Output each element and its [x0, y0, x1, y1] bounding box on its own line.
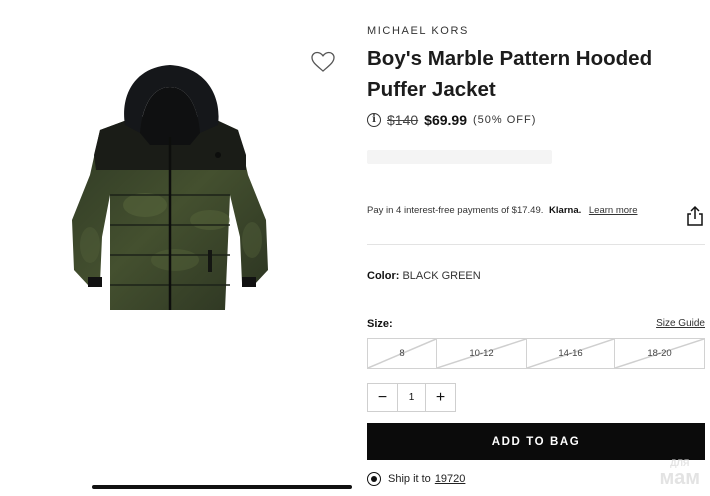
klarna-row: Pay in 4 interest-free payments of $17.4… — [367, 205, 637, 216]
divider — [367, 244, 705, 245]
color-label: Color: — [367, 270, 400, 282]
increase-quantity-button[interactable]: + — [426, 384, 455, 411]
size-option-14-16[interactable]: 14-16 — [527, 339, 615, 368]
quantity-stepper: − 1 + — [367, 383, 456, 412]
original-price: $140 — [387, 112, 419, 128]
color-row: Color: BLACK GREEN — [367, 270, 481, 282]
price-row: i $140 $69.99 (50% OFF) — [367, 112, 536, 128]
watermark-big: мам — [659, 467, 700, 489]
size-selector: 8 10-12 14-16 18-20 — [367, 338, 705, 369]
klarna-logo: Klarna. — [549, 205, 582, 216]
scroll-indicator — [92, 485, 352, 489]
faded-placeholder-text — [367, 150, 552, 164]
size-option-label: 10-12 — [469, 348, 494, 359]
sale-price: $69.99 — [424, 112, 467, 128]
zip-code-link[interactable]: 19720 — [435, 473, 466, 485]
size-option-10-12[interactable]: 10-12 — [437, 339, 527, 368]
brand-name[interactable]: MICHAEL KORS — [367, 25, 469, 37]
size-guide-link[interactable]: Size Guide — [656, 318, 705, 329]
klarna-text: Pay in 4 interest-free payments of $17.4… — [367, 205, 544, 216]
ship-label: Ship it to — [388, 473, 431, 485]
color-value: BLACK GREEN — [402, 270, 481, 282]
ship-option: Ship it to 19720 — [367, 472, 465, 486]
learn-more-link[interactable]: Learn more — [589, 205, 638, 216]
add-to-bag-button[interactable]: ADD TO BAG — [367, 423, 705, 460]
info-icon[interactable]: i — [367, 113, 381, 127]
size-option-label: 8 — [399, 348, 405, 359]
discount-label: (50% OFF) — [472, 114, 537, 126]
share-icon[interactable] — [686, 205, 704, 227]
heart-icon[interactable] — [310, 50, 336, 74]
product-image[interactable] — [60, 55, 285, 330]
size-option-18-20[interactable]: 18-20 — [615, 339, 704, 368]
product-image-panel — [0, 0, 352, 496]
radio-selected-dot — [371, 476, 377, 482]
quantity-value[interactable]: 1 — [397, 384, 426, 411]
size-option-label: 18-20 — [647, 348, 672, 359]
size-label: Size: — [367, 318, 393, 330]
product-title: Boy's Marble Pattern Hooded Puffer Jacke… — [367, 47, 653, 101]
size-option-label: 14-16 — [558, 348, 583, 359]
decrease-quantity-button[interactable]: − — [368, 384, 397, 411]
ship-radio[interactable] — [367, 472, 381, 486]
size-option-8[interactable]: 8 — [368, 339, 437, 368]
watermark: ДЛЯ мам — [659, 459, 700, 489]
